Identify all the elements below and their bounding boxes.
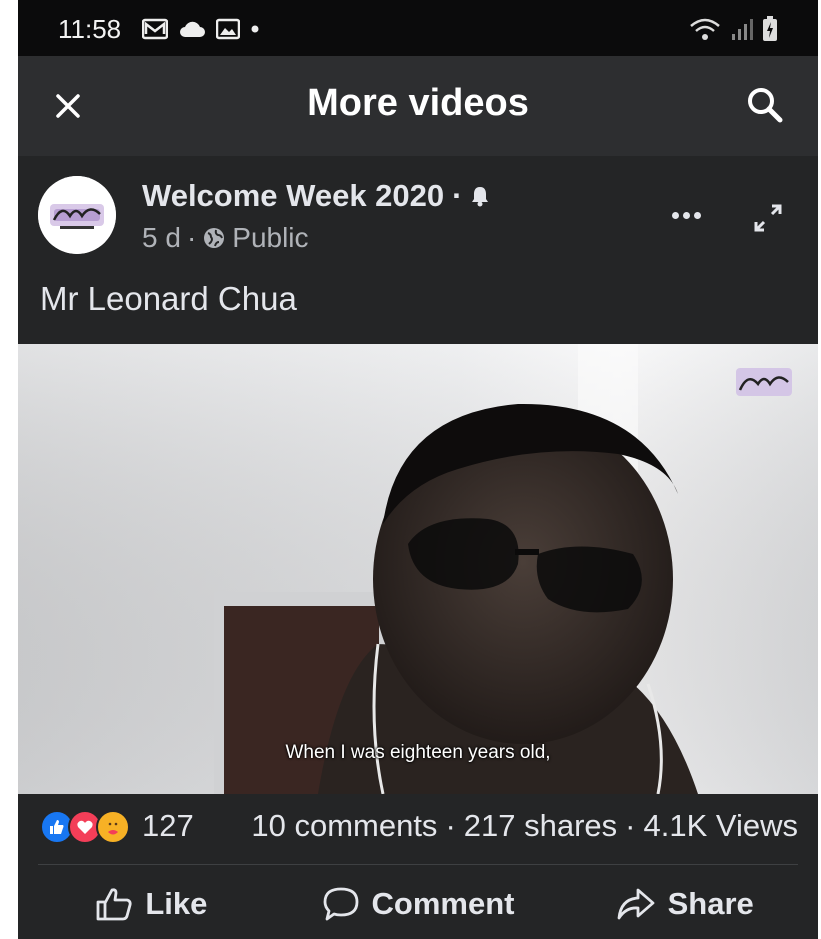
video-player[interactable] [18, 344, 818, 794]
comment-button[interactable]: Comment [285, 868, 552, 939]
care-reaction-icon [96, 810, 130, 844]
wifi-icon [690, 18, 720, 40]
like-icon [96, 888, 132, 921]
meta-separator: · [186, 222, 197, 253]
gmail-icon [142, 18, 168, 40]
page-title: More videos [307, 82, 529, 124]
divider [38, 864, 798, 865]
views-count: 4.1K Views [643, 808, 798, 843]
signal-icon [732, 19, 753, 40]
comment-icon [323, 887, 358, 921]
notification-icons [142, 18, 260, 40]
engagement-stats: 10 comments · 217 shares · 4.1K Views [251, 808, 798, 844]
name-separator: · [452, 178, 463, 213]
page-name[interactable]: Welcome Week 2020 [142, 178, 444, 214]
like-label: Like [145, 886, 208, 921]
stats-separator: · [445, 808, 456, 843]
expand-icon [754, 204, 782, 232]
share-button[interactable]: Share [551, 868, 818, 939]
battery-icon [763, 16, 777, 41]
dot [682, 211, 690, 219]
stats-separator: · [625, 808, 636, 843]
system-icons [688, 16, 778, 42]
action-bar: Like Comment Share [18, 868, 818, 939]
post-time[interactable]: 5 d [142, 222, 181, 254]
dot-icon [251, 25, 259, 33]
image-icon [216, 18, 240, 40]
page-avatar[interactable] [38, 176, 116, 254]
status-bar: 11:58 [18, 0, 818, 56]
video-post: Welcome Week 2020 · 5 d · Public Mr Leon… [18, 156, 818, 939]
like-button[interactable]: Like [18, 868, 285, 939]
expand-button[interactable] [748, 198, 788, 238]
bell-icon[interactable] [470, 185, 490, 207]
dot [693, 211, 701, 219]
post-caption: Mr Leonard Chua [40, 280, 297, 317]
video-frame [18, 344, 818, 794]
dot [671, 211, 679, 219]
reaction-icons[interactable] [40, 810, 130, 844]
page-name-row: Welcome Week 2020 · [142, 178, 490, 214]
top-bar: More videos [18, 56, 818, 156]
globe-icon [204, 228, 225, 248]
more-options-button[interactable] [664, 200, 708, 230]
search-button[interactable] [742, 82, 788, 128]
share-icon [617, 888, 654, 920]
shares-count[interactable]: 217 shares [464, 808, 617, 844]
cloud-icon [180, 21, 205, 37]
post-meta: 5 d · Public [142, 222, 309, 254]
video-subtitle: When I was eighteen years old, [285, 742, 551, 763]
reaction-count[interactable]: 127 [142, 808, 194, 844]
comments-count[interactable]: 10 comments [251, 808, 437, 844]
phone-screen: 11:58 More videos Welcome Week 2020 · 5 … [18, 0, 818, 939]
post-stats: 127 10 comments · 217 shares · 4.1K View… [18, 794, 818, 864]
share-label: Share [667, 886, 754, 921]
comment-label: Comment [371, 886, 515, 921]
search-icon [748, 88, 783, 123]
status-time: 11:58 [58, 14, 122, 44]
audience-label: Public [232, 222, 309, 253]
vibrante-logo-icon [38, 176, 116, 254]
